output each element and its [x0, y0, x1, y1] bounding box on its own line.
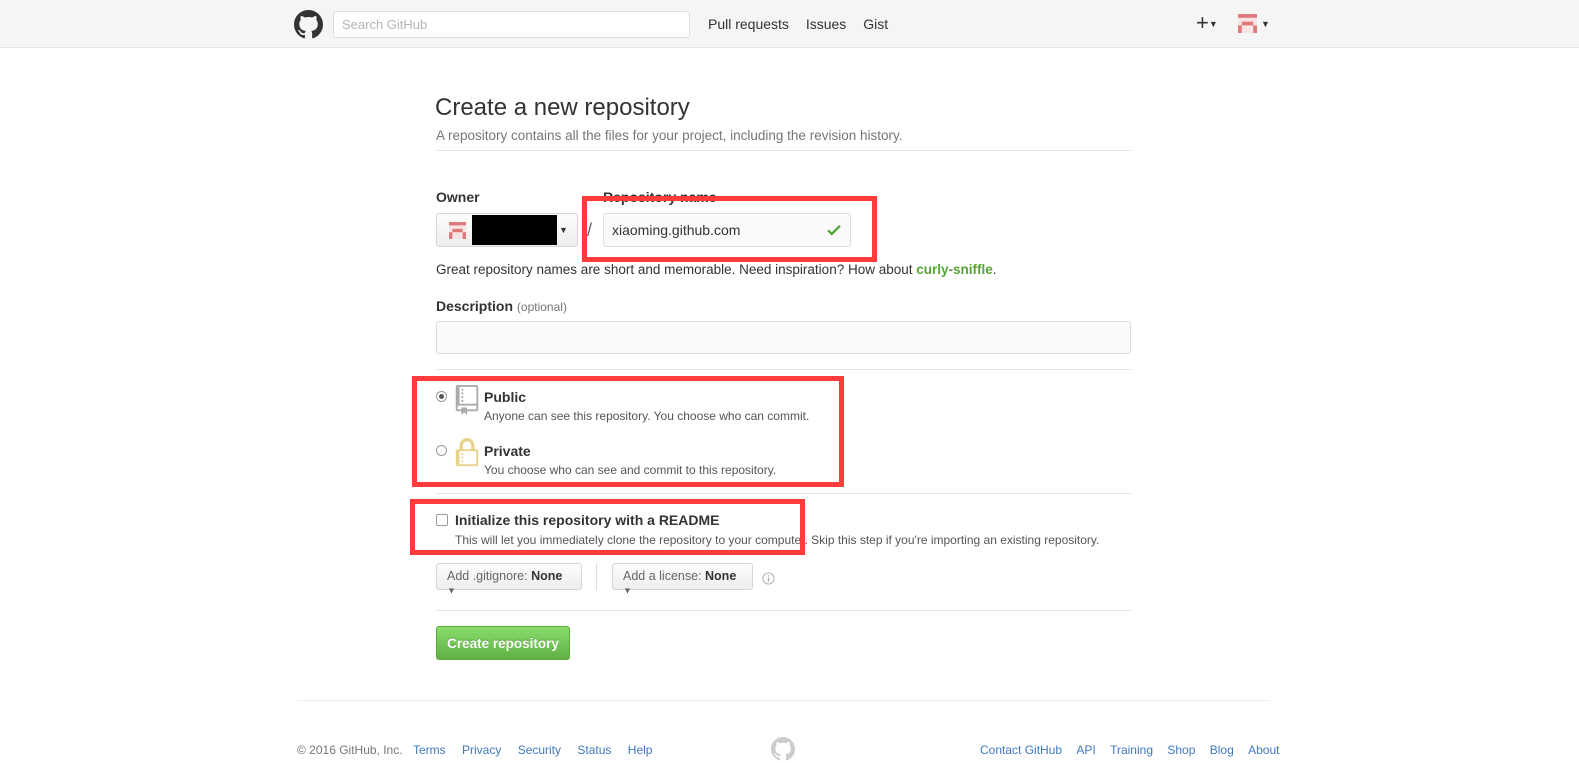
- chevron-down-icon: ▼: [623, 585, 632, 596]
- chevron-down-icon: ▼: [559, 225, 568, 235]
- info-icon[interactable]: [762, 572, 775, 585]
- chevron-down-icon: ▼: [1261, 18, 1270, 29]
- repo-name-input[interactable]: [603, 213, 851, 247]
- gitignore-label: Add .gitignore:: [447, 569, 528, 583]
- site-header: Pull requests Issues Gist +▼ ▼: [0, 0, 1579, 48]
- description-label-text: Description: [436, 298, 514, 314]
- optional-tag: (optional): [516, 300, 567, 314]
- gitignore-value: None: [531, 569, 563, 583]
- github-logo-icon[interactable]: [294, 10, 323, 39]
- check-icon: [827, 224, 841, 236]
- plus-icon: +: [1196, 10, 1209, 35]
- footer-links-right: Contact GitHub API Training Shop Blog Ab…: [969, 743, 1279, 757]
- divider: [436, 369, 1131, 370]
- github-mark-icon[interactable]: [771, 737, 795, 761]
- nav-pull-requests[interactable]: Pull requests: [708, 16, 789, 32]
- hint-text: Great repository names are short and mem…: [436, 262, 913, 277]
- search-input[interactable]: [333, 11, 690, 38]
- private-description: You choose who can see and commit to thi…: [484, 463, 777, 477]
- footer-copyright: © 2016 GitHub, Inc.: [297, 743, 403, 757]
- footer-link-contact[interactable]: Contact GitHub: [980, 743, 1062, 757]
- private-radio[interactable]: [436, 445, 447, 456]
- create-new-menu[interactable]: +▼: [1196, 10, 1218, 36]
- footer-link-training[interactable]: Training: [1110, 743, 1153, 757]
- public-title: Public: [484, 389, 527, 405]
- vertical-divider: [596, 563, 597, 590]
- footer-link-blog[interactable]: Blog: [1210, 743, 1234, 757]
- private-title: Private: [484, 443, 531, 459]
- license-select[interactable]: Add a license: None ▼: [612, 563, 753, 596]
- public-description: Anyone can see this repository. You choo…: [484, 409, 810, 423]
- chevron-down-icon: ▼: [1208, 19, 1218, 30]
- license-value: None: [705, 569, 737, 583]
- license-label: Add a license:: [623, 569, 702, 583]
- avatar-icon: [1238, 14, 1257, 33]
- create-repository-button[interactable]: Create repository: [436, 626, 570, 660]
- readme-description: This will let you immediately clone the …: [455, 533, 1100, 547]
- readme-title: Initialize this repository with a README: [455, 512, 720, 528]
- footer-link-status[interactable]: Status: [577, 743, 611, 757]
- chevron-down-icon: ▼: [447, 585, 456, 596]
- avatar-icon: [449, 222, 466, 239]
- page-title: Create a new repository: [435, 94, 690, 121]
- footer-link-terms[interactable]: Terms: [413, 743, 446, 757]
- footer-link-privacy[interactable]: Privacy: [462, 743, 501, 757]
- redacted-owner-name: [472, 215, 557, 245]
- readme-checkbox[interactable]: [436, 514, 448, 526]
- gitignore-select[interactable]: Add .gitignore: None ▼: [436, 563, 582, 596]
- nav-issues[interactable]: Issues: [806, 16, 846, 32]
- description-label: Description (optional): [436, 298, 567, 314]
- divider: [436, 493, 1131, 494]
- repo-book-icon: [455, 385, 479, 415]
- footer-divider: [297, 700, 1270, 701]
- footer-link-help[interactable]: Help: [628, 743, 653, 757]
- repo-name-label: Repository name: [603, 189, 717, 205]
- footer-link-about[interactable]: About: [1248, 743, 1279, 757]
- nav-gist[interactable]: Gist: [863, 16, 888, 32]
- owner-label: Owner: [436, 189, 480, 205]
- footer-link-security[interactable]: Security: [518, 743, 561, 757]
- slash-separator: /: [587, 220, 593, 240]
- hint-suffix: .: [992, 262, 997, 277]
- page-subtitle: A repository contains all the files for …: [436, 128, 903, 143]
- suggested-name-link[interactable]: curly-sniffle: [916, 262, 993, 277]
- divider: [436, 150, 1131, 151]
- lock-icon: [455, 438, 479, 467]
- footer-links-left: Terms Privacy Security Status Help: [413, 743, 665, 757]
- repo-name-hint: Great repository names are short and mem…: [436, 262, 997, 277]
- footer-link-shop[interactable]: Shop: [1167, 743, 1195, 757]
- user-menu[interactable]: ▼: [1238, 14, 1270, 33]
- public-radio[interactable]: [436, 391, 447, 402]
- header-nav: Pull requests Issues Gist: [708, 16, 901, 32]
- divider: [436, 610, 1131, 611]
- description-input[interactable]: [436, 321, 1131, 354]
- footer-link-api[interactable]: API: [1076, 743, 1095, 757]
